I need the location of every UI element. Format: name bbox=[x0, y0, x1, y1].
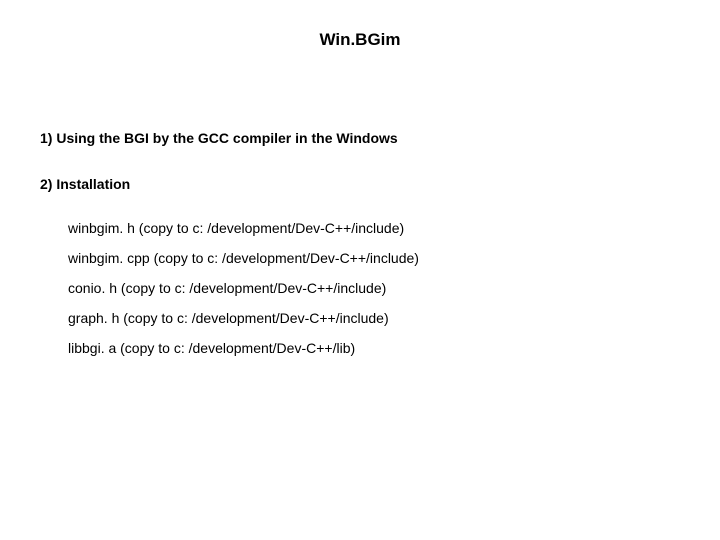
installation-item: winbgim. h (copy to c: /development/Dev-… bbox=[68, 220, 680, 236]
installation-item: libbgi. a (copy to c: /development/Dev-C… bbox=[68, 340, 680, 356]
installation-item: graph. h (copy to c: /development/Dev-C+… bbox=[68, 310, 680, 326]
installation-items: winbgim. h (copy to c: /development/Dev-… bbox=[40, 220, 680, 356]
section-two: 2) Installation winbgim. h (copy to c: /… bbox=[40, 176, 680, 356]
section-one: 1) Using the BGI by the GCC compiler in … bbox=[40, 130, 680, 146]
section-two-heading: 2) Installation bbox=[40, 176, 680, 192]
section-one-heading: 1) Using the BGI by the GCC compiler in … bbox=[40, 130, 680, 146]
installation-item: conio. h (copy to c: /development/Dev-C+… bbox=[68, 280, 680, 296]
installation-item: winbgim. cpp (copy to c: /development/De… bbox=[68, 250, 680, 266]
page-title: Win.BGim bbox=[40, 30, 680, 50]
